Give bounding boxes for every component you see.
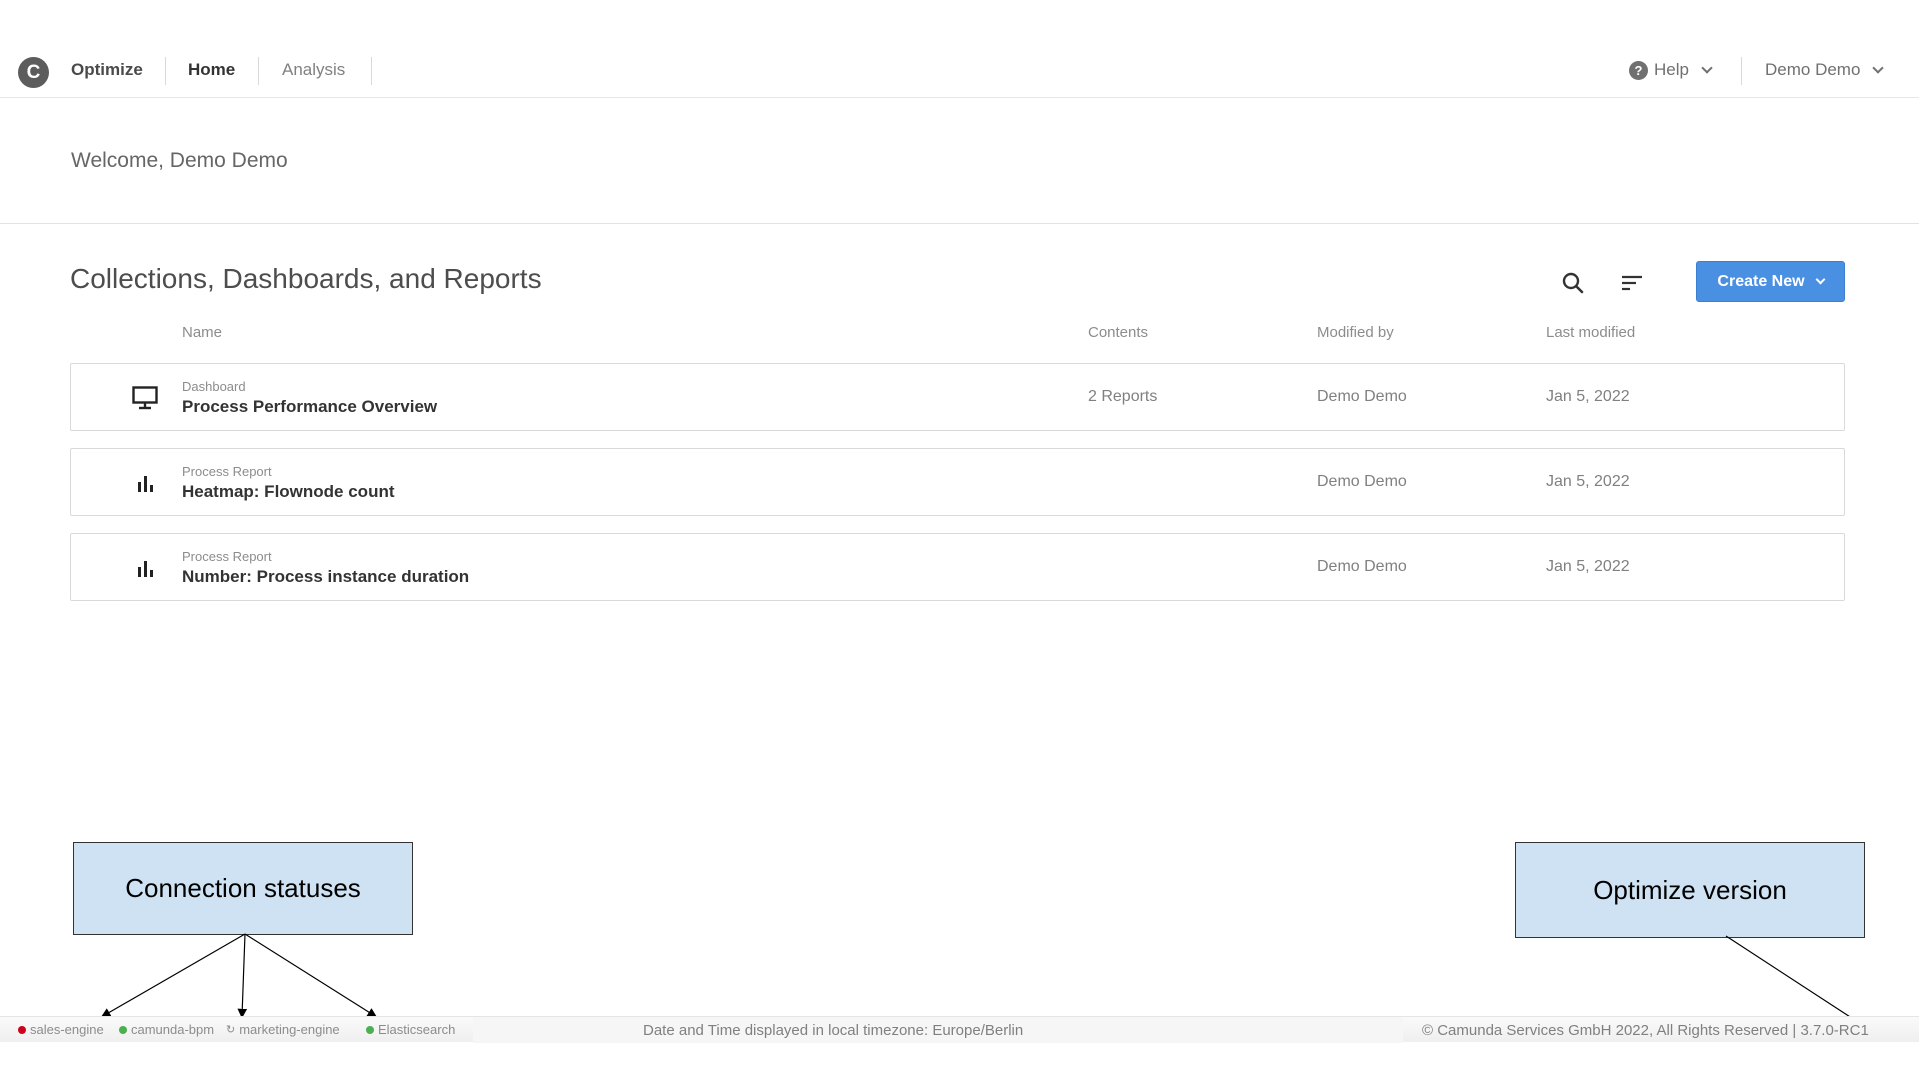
loading-spinner-icon: ↻ (226, 1024, 236, 1036)
column-header-last-modified[interactable]: Last modified (1546, 324, 1635, 341)
camunda-logo-icon[interactable]: C (18, 57, 49, 88)
optimize-home-page: C Optimize Home Analysis ? Help Demo Dem… (0, 0, 1919, 1075)
chevron-down-icon (1872, 62, 1885, 74)
column-header-name[interactable]: Name (182, 324, 222, 341)
status-dot-icon (366, 1025, 374, 1034)
item-name: Heatmap: Flownode count (182, 482, 395, 501)
nav-divider (258, 57, 259, 85)
connection-status-camunda-bpm: camunda-bpm (119, 1022, 214, 1037)
list-item[interactable]: Dashboard Process Performance Overview 2… (70, 363, 1845, 431)
item-type: Process Report (182, 464, 272, 479)
item-last-modified: Jan 5, 2022 (1546, 558, 1630, 575)
timezone-note: Date and Time displayed in local timezon… (643, 1022, 1024, 1039)
user-menu[interactable]: Demo Demo (1765, 60, 1885, 80)
nav-home[interactable]: Home (188, 60, 235, 80)
item-type: Process Report (182, 549, 272, 564)
annotation-connection-statuses: Connection statuses (73, 842, 413, 935)
nav-analysis[interactable]: Analysis (282, 60, 345, 80)
chevron-down-icon (1815, 274, 1826, 285)
item-name: Number: Process instance duration (182, 567, 470, 586)
item-name: Process Performance Overview (182, 397, 438, 416)
search-icon[interactable] (1560, 270, 1586, 296)
section-divider (0, 223, 1919, 224)
nav-divider (165, 57, 166, 85)
footer: sales-engine camunda-bpm ↻ marketing-eng… (0, 1016, 1919, 1043)
status-dot-icon (119, 1025, 127, 1034)
item-contents: 2 Reports (1088, 388, 1158, 405)
nav-divider (1741, 57, 1742, 85)
create-new-button[interactable]: Create New (1696, 261, 1845, 302)
connection-status-sales-engine: sales-engine (18, 1022, 104, 1037)
item-last-modified: Jan 5, 2022 (1546, 473, 1630, 490)
help-circle-icon: ? (1629, 60, 1648, 80)
item-last-modified: Jan 5, 2022 (1546, 388, 1630, 405)
item-modified-by: Demo Demo (1317, 388, 1407, 405)
item-type: Dashboard (182, 379, 246, 394)
create-new-label: Create New (1717, 272, 1805, 290)
list-item[interactable]: Process Report Heatmap: Flownode count D… (70, 448, 1845, 516)
item-modified-by: Demo Demo (1317, 558, 1407, 575)
welcome-message: Welcome, Demo Demo (71, 149, 288, 172)
connection-label: marketing-engine (239, 1022, 340, 1037)
user-name: Demo Demo (1765, 60, 1861, 79)
item-modified-by: Demo Demo (1317, 473, 1407, 490)
page-title: Collections, Dashboards, and Reports (70, 263, 542, 294)
connection-status-elasticsearch: Elasticsearch (366, 1022, 455, 1037)
status-dot-icon (18, 1025, 26, 1034)
column-header-modified-by[interactable]: Modified by (1317, 324, 1394, 341)
top-navigation: C Optimize Home Analysis ? Help Demo Dem… (0, 45, 1919, 98)
bar-chart-icon (138, 561, 153, 577)
connection-label: Elasticsearch (378, 1022, 456, 1037)
help-label: Help (1654, 60, 1689, 79)
brand-name[interactable]: Optimize (71, 60, 143, 80)
bar-chart-icon (138, 476, 153, 492)
connection-status-marketing-engine: ↻ marketing-engine (226, 1022, 340, 1037)
copyright-version: © Camunda Services GmbH 2022, All Rights… (1422, 1022, 1869, 1039)
monitor-icon (132, 386, 158, 410)
nav-divider (371, 57, 372, 85)
connection-label: sales-engine (30, 1022, 104, 1037)
column-header-contents[interactable]: Contents (1088, 324, 1148, 341)
help-menu[interactable]: ? Help (1629, 60, 1713, 80)
list-item[interactable]: Process Report Number: Process instance … (70, 533, 1845, 601)
annotation-optimize-version: Optimize version (1515, 842, 1865, 938)
chevron-down-icon (1701, 62, 1713, 74)
sort-icon[interactable] (1619, 270, 1645, 296)
connection-label: camunda-bpm (131, 1022, 215, 1037)
